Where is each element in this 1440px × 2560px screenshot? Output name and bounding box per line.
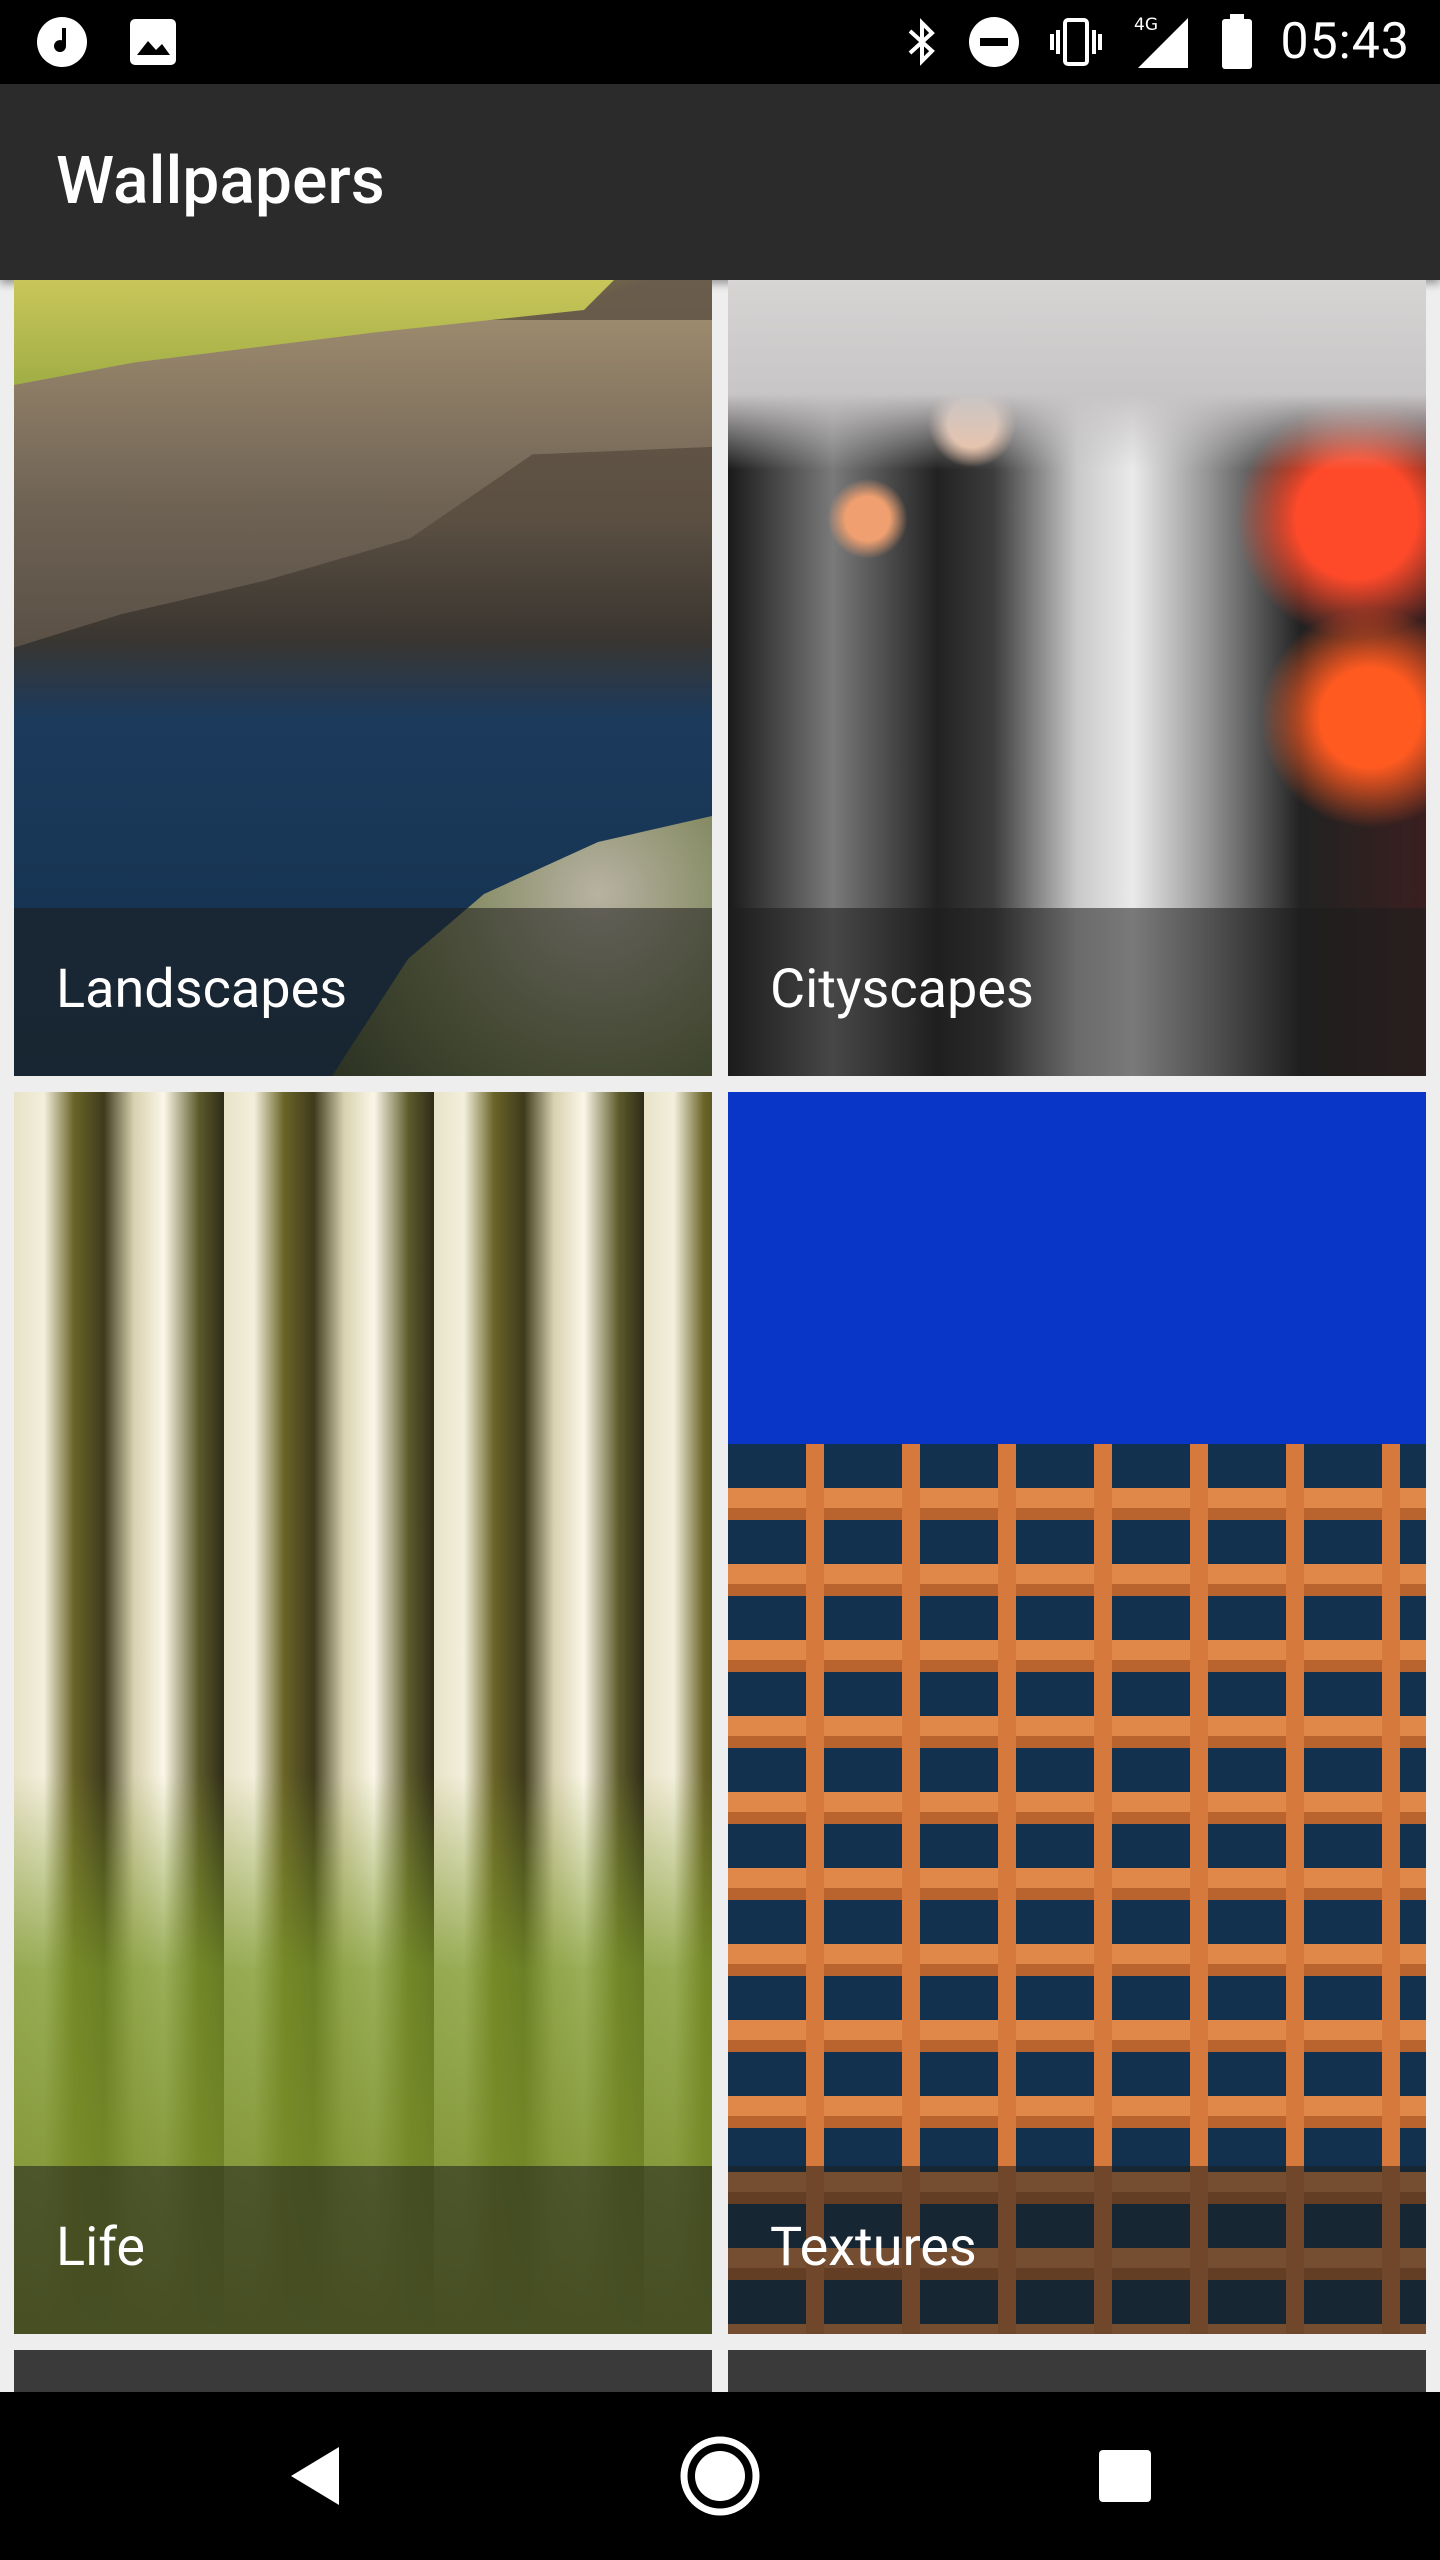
category-tile-cityscapes[interactable]: Cityscapes — [728, 280, 1426, 1076]
category-tile-partial[interactable] — [728, 2350, 1426, 2392]
home-icon — [680, 2436, 760, 2516]
navigation-bar — [0, 2392, 1440, 2560]
back-icon — [291, 2447, 339, 2505]
back-button[interactable] — [235, 2392, 395, 2560]
tile-caption: Landscapes — [14, 908, 712, 1076]
battery-icon — [1220, 14, 1254, 70]
category-tile-life[interactable]: Life — [14, 1092, 712, 2334]
status-time: 05:43 — [1280, 13, 1410, 71]
category-grid: Landscapes Cityscapes Life Textures — [0, 280, 1440, 2392]
vibrate-icon — [1046, 16, 1106, 68]
tile-label: Cityscapes — [770, 958, 1034, 1021]
tile-label: Landscapes — [56, 958, 348, 1021]
bluetooth-icon — [902, 15, 942, 69]
tile-label: Life — [56, 2216, 145, 2279]
recents-icon — [1099, 2450, 1151, 2502]
textures-thumbnail — [728, 1092, 1426, 2334]
signal-4g-icon: 4G — [1132, 14, 1194, 70]
category-tile-landscapes[interactable]: Landscapes — [14, 280, 712, 1076]
svg-text:4G: 4G — [1134, 15, 1158, 35]
music-note-icon — [36, 16, 88, 68]
tile-caption: Cityscapes — [728, 908, 1426, 1076]
app-bar: Wallpapers — [0, 84, 1440, 280]
life-thumbnail — [14, 1092, 712, 2334]
status-bar: 4G 05:43 — [0, 0, 1440, 84]
category-tile-textures[interactable]: Textures — [728, 1092, 1426, 2334]
tile-label: Textures — [770, 2216, 977, 2279]
page-title: Wallpapers — [56, 143, 385, 220]
home-button[interactable] — [640, 2392, 800, 2560]
tile-caption: Life — [14, 2166, 712, 2334]
do-not-disturb-icon — [968, 16, 1020, 68]
recents-button[interactable] — [1045, 2392, 1205, 2560]
image-icon — [128, 17, 178, 67]
tile-caption: Textures — [728, 2166, 1426, 2334]
category-tile-partial[interactable] — [14, 2350, 712, 2392]
